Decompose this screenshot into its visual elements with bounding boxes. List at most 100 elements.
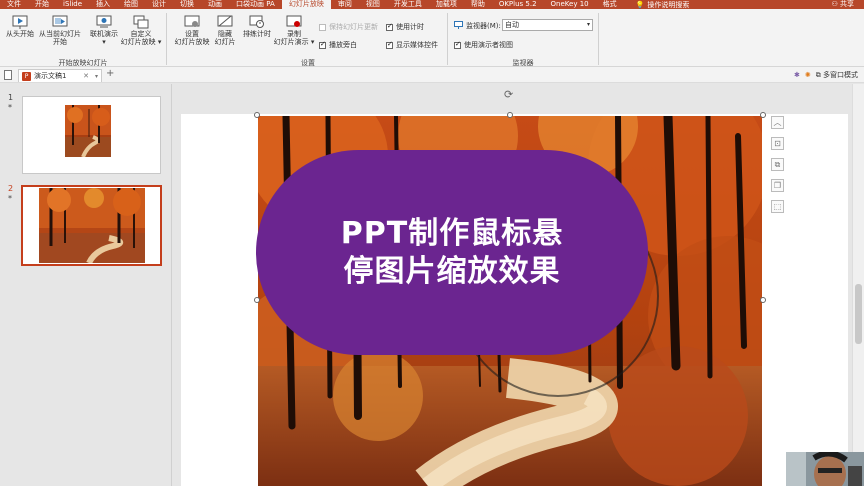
window-icon: ⧉ xyxy=(815,71,821,79)
hide-slide-icon xyxy=(217,15,233,29)
play-narration-label: 播放旁白 xyxy=(329,41,357,49)
checkbox-box xyxy=(386,40,393,49)
collapse-up-icon[interactable]: ︿ xyxy=(771,116,784,129)
chevron-down-icon[interactable]: ▾ xyxy=(95,73,98,80)
forest-image xyxy=(65,105,111,158)
tell-me-search[interactable]: 💡 操作说明搜索 xyxy=(636,0,690,9)
tab-format[interactable]: 格式 xyxy=(596,0,624,9)
close-icon[interactable]: ✕ xyxy=(83,72,89,80)
checkbox-box xyxy=(454,40,461,49)
custom-slideshow-icon xyxy=(133,15,149,29)
slideshow-from-current-icon xyxy=(52,15,68,29)
tab-help[interactable]: 帮助 xyxy=(464,0,492,9)
person-icon: ⚇ xyxy=(831,0,838,8)
resize-handle[interactable] xyxy=(760,297,766,303)
tab-onekey[interactable]: OneKey 10 xyxy=(544,0,596,9)
slide-title-line-2: 停图片缩放效果 xyxy=(343,253,561,289)
presenter-view-label: 使用演示者视图 xyxy=(464,41,513,49)
hide-slide-button[interactable]: 隐藏 幻灯片 xyxy=(211,15,239,46)
from-current-label-2: 开始 xyxy=(53,38,67,46)
checkbox-box xyxy=(319,40,326,49)
resize-handle[interactable] xyxy=(254,112,260,118)
ribbon-tab-bar: 文件 开始 iSlide 插入 绘图 设计 切换 动画 口袋动画 PA 幻灯片放… xyxy=(0,0,864,9)
title-shape[interactable]: PPT制作鼠标悬 停图片缩放效果 xyxy=(256,150,648,355)
resize-handle[interactable] xyxy=(254,297,260,303)
slide-title-line-1: PPT制作鼠标悬 xyxy=(340,215,564,251)
slide-star: * xyxy=(8,194,12,203)
scrollbar-thumb[interactable] xyxy=(855,284,862,344)
custom-slideshow-label-1: 自定义 xyxy=(130,30,152,38)
show-media-controls-checkbox[interactable]: 显示媒体控件 xyxy=(386,40,438,50)
checkbox-box xyxy=(319,23,326,31)
record-icon xyxy=(286,15,302,29)
from-current-label-1: 从当前幻灯片 xyxy=(39,30,81,38)
tab-home[interactable]: 开始 xyxy=(28,0,56,9)
layers-icon[interactable]: ⧉ xyxy=(771,158,784,171)
online-present-button[interactable]: 联机演示 ▾ xyxy=(86,15,122,46)
tab-pocket-animation[interactable]: 口袋动画 PA xyxy=(229,0,282,9)
setup-slideshow-icon xyxy=(184,15,200,29)
multi-window-button[interactable]: ⧉ 多窗口模式 xyxy=(816,70,858,80)
tab-okplus[interactable]: OKPlus 5.2 xyxy=(492,0,544,9)
rotate-handle-icon[interactable]: ⟳ xyxy=(504,88,513,101)
sun-icon[interactable]: ✺ xyxy=(805,71,811,79)
monitor-icon xyxy=(454,21,463,31)
tab-draw[interactable]: 绘图 xyxy=(117,0,145,9)
tab-animations[interactable]: 动画 xyxy=(201,0,229,9)
tab-islide[interactable]: iSlide xyxy=(56,0,89,9)
keep-updated-label: 保持幻灯片更新 xyxy=(329,23,378,31)
tab-transitions[interactable]: 切换 xyxy=(173,0,201,9)
online-present-icon xyxy=(96,15,112,29)
setup-slideshow-label-2: 幻灯片放映 xyxy=(174,38,210,46)
online-present-dropdown: ▾ xyxy=(102,38,106,46)
share-button[interactable]: ⚇ 共享 xyxy=(831,0,854,9)
resize-handle[interactable] xyxy=(507,112,513,118)
monitor-select[interactable]: 自动 ▾ xyxy=(502,19,593,31)
webcam-overlay xyxy=(786,452,864,486)
record-slideshow-button[interactable]: 录制 幻灯片演示 ▾ xyxy=(271,15,317,46)
setup-slideshow-button[interactable]: 设置 幻灯片放映 xyxy=(172,15,212,46)
tab-insert[interactable]: 插入 xyxy=(89,0,117,9)
use-timings-checkbox[interactable]: 使用计时 xyxy=(386,22,424,32)
slide-thumbnail-pane: 1 * 2 * xyxy=(0,84,172,486)
gear-icon[interactable]: ✱ xyxy=(794,71,800,79)
ribbon-separator xyxy=(447,13,448,65)
powerpoint-icon: P xyxy=(22,71,31,81)
document-tab-name: 演示文稿1 xyxy=(34,72,67,80)
presenter-view-checkbox[interactable]: 使用演示者视图 xyxy=(454,40,513,50)
tab-addins[interactable]: 加载项 xyxy=(429,0,464,9)
rehearse-timings-button[interactable]: 排练计时 xyxy=(240,15,274,38)
lightbulb-icon: 💡 xyxy=(635,0,645,9)
slideshow-from-start-icon xyxy=(12,15,28,29)
tab-review[interactable]: 审阅 xyxy=(331,0,359,9)
hide-slide-label-2: 幻灯片 xyxy=(214,38,236,46)
play-narration-checkbox[interactable]: 播放旁白 xyxy=(319,40,357,50)
new-doc-icon[interactable] xyxy=(4,70,13,82)
document-tab[interactable]: P 演示文稿1 ✕ ▾ xyxy=(18,69,102,82)
copy-icon[interactable]: ❐ xyxy=(771,179,784,192)
setup-slideshow-label-1: 设置 xyxy=(185,30,199,38)
tab-slideshow[interactable]: 幻灯片放映 xyxy=(281,0,331,9)
add-tab-icon[interactable]: + xyxy=(106,68,114,79)
tab-developer[interactable]: 开发工具 xyxy=(387,0,429,9)
vertical-scrollbar[interactable] xyxy=(852,84,864,486)
tell-me-label: 操作说明搜索 xyxy=(647,0,690,9)
rehearse-timings-label: 排练计时 xyxy=(243,30,271,38)
record-slideshow-label-1: 录制 xyxy=(287,30,301,38)
slide-thumbnail-1[interactable] xyxy=(22,96,161,174)
from-current-button[interactable]: 从当前幻灯片 开始 xyxy=(37,15,83,46)
keep-updated-checkbox[interactable]: 保持幻灯片更新 xyxy=(319,22,378,32)
ribbon: 从头开始 从当前幻灯片 开始 联机演示 ▾ 自定义 幻灯片放映 ▾ 开始放映幻灯… xyxy=(0,9,864,67)
ribbon-separator xyxy=(598,13,599,65)
resize-handle[interactable] xyxy=(760,112,766,118)
custom-slideshow-button[interactable]: 自定义 幻灯片放映 ▾ xyxy=(118,15,164,46)
crop-icon[interactable]: ⬚ xyxy=(771,200,784,213)
show-media-controls-label: 显示媒体控件 xyxy=(396,41,438,49)
multi-window-label: 多窗口模式 xyxy=(823,71,858,79)
tab-file[interactable]: 文件 xyxy=(0,0,28,9)
align-icon[interactable]: ⊡ xyxy=(771,137,784,150)
tab-design[interactable]: 设计 xyxy=(145,0,173,9)
tab-view[interactable]: 视图 xyxy=(359,0,387,9)
from-start-button[interactable]: 从头开始 xyxy=(4,15,36,38)
slide-thumbnail-2[interactable] xyxy=(21,185,162,266)
